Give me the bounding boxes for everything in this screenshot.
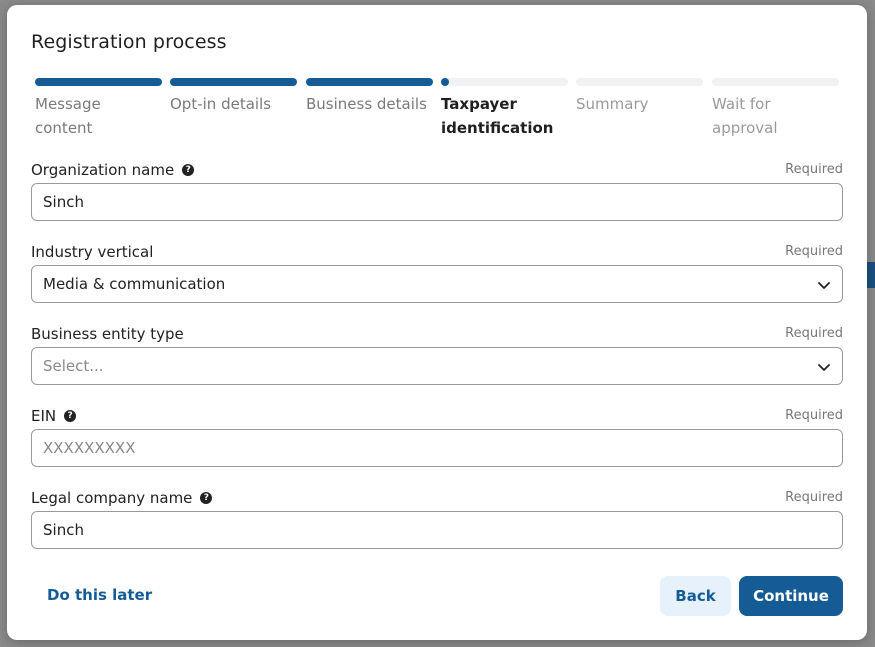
step-taxpayer-identification: Taxpayer identification	[441, 78, 568, 140]
legal-company-name-label: Legal company name	[31, 489, 193, 507]
step-summary: Summary	[576, 78, 703, 116]
step-label: Taxpayer identification	[441, 95, 554, 137]
step-wait-for-approval: Wait for approval	[712, 78, 839, 140]
industry-vertical-label: Industry vertical	[31, 243, 154, 261]
question-circle-icon[interactable]: ?	[200, 492, 213, 504]
organization-name-input[interactable]: Sinch	[31, 183, 843, 221]
step-bar	[170, 78, 297, 86]
step-label: Message content	[35, 95, 101, 137]
organization-name-label: Organization name	[31, 161, 175, 179]
modal-title: Registration process	[31, 31, 227, 53]
step-message-content: Message content	[35, 78, 162, 140]
legal-company-name-field: Legal company name ? Required Sinch	[31, 489, 843, 549]
step-label: Business details	[306, 95, 427, 113]
required-indicator: Required	[785, 408, 843, 423]
ein-field: EIN ? Required XXXXXXXXX	[31, 407, 843, 467]
business-entity-type-field: Business entity type Required Select...	[31, 325, 843, 385]
step-bar	[441, 78, 568, 86]
step-bar	[712, 78, 839, 86]
industry-vertical-select[interactable]: Media & communication	[31, 265, 843, 303]
business-entity-type-placeholder: Select...	[43, 357, 104, 375]
step-label: Opt-in details	[170, 95, 272, 113]
ein-label: EIN	[31, 407, 57, 425]
required-indicator: Required	[785, 162, 843, 177]
required-indicator: Required	[785, 326, 843, 341]
question-circle-icon[interactable]: ?	[64, 410, 77, 422]
legal-company-name-input[interactable]: Sinch	[31, 511, 843, 549]
step-label: Summary	[576, 95, 649, 113]
back-button[interactable]: Back	[660, 576, 731, 616]
step-opt-in-details: Opt-in details	[170, 78, 297, 116]
progress-stepper: Message content Opt-in details Business …	[35, 78, 839, 140]
business-entity-type-label: Business entity type	[31, 325, 184, 343]
business-entity-type-select[interactable]: Select...	[31, 347, 843, 385]
organization-name-field: Organization name ? Required Sinch	[31, 161, 843, 221]
step-bar	[576, 78, 703, 86]
step-business-details: Business details	[306, 78, 433, 116]
step-bar	[306, 78, 433, 86]
step-bar	[35, 78, 162, 86]
chevron-down-icon	[818, 282, 830, 289]
continue-button[interactable]: Continue	[739, 576, 843, 616]
question-circle-icon[interactable]: ?	[182, 164, 195, 176]
step-label: Wait for approval	[712, 95, 778, 137]
ein-input[interactable]: XXXXXXXXX	[31, 429, 843, 467]
chevron-down-icon	[818, 364, 830, 371]
required-indicator: Required	[785, 244, 843, 259]
do-this-later-link[interactable]: Do this later	[47, 586, 152, 604]
registration-modal: Registration process Message content Opt…	[7, 5, 867, 640]
required-indicator: Required	[785, 490, 843, 505]
industry-vertical-value: Media & communication	[43, 275, 226, 293]
industry-vertical-field: Industry vertical Required Media & commu…	[31, 243, 843, 303]
